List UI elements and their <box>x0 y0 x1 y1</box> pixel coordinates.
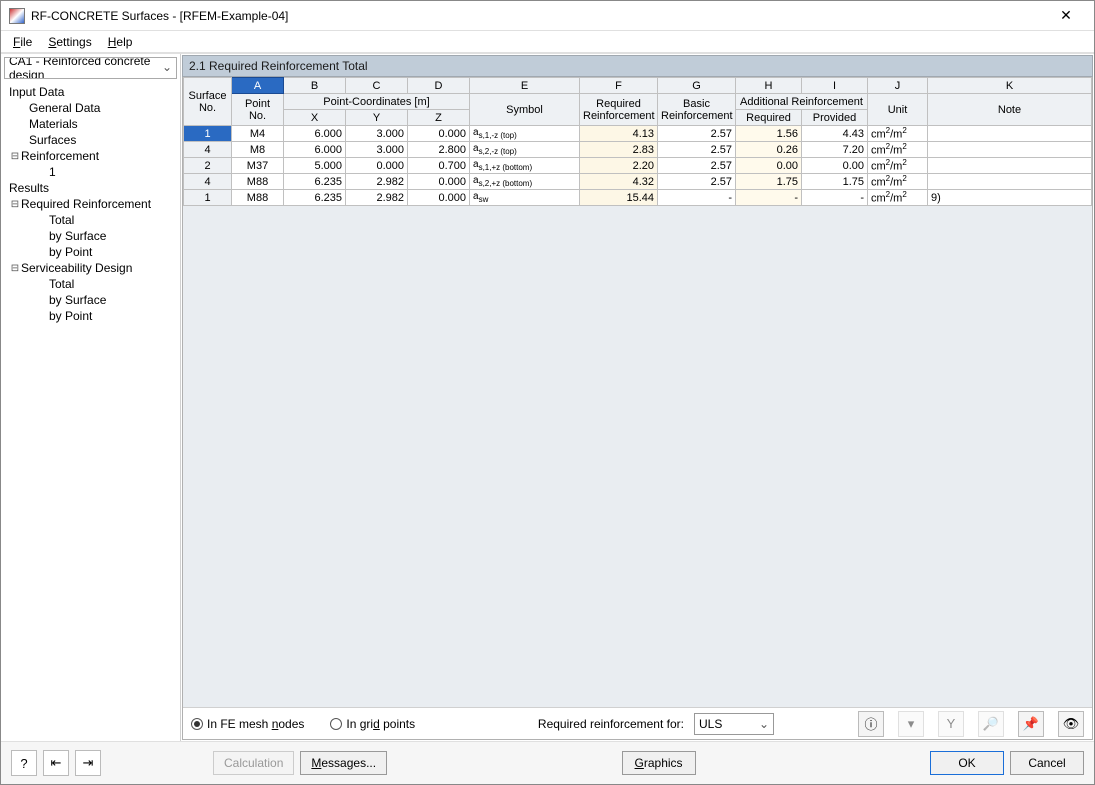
tree-input-data[interactable]: Input Data <box>1 84 180 100</box>
col-letter-F[interactable]: F <box>580 78 658 94</box>
col-x[interactable]: X <box>284 110 346 126</box>
col-letter-H[interactable]: H <box>736 78 802 94</box>
tree-rr-by-point[interactable]: by Point <box>1 244 180 260</box>
app-icon <box>9 8 25 24</box>
filter-icon: ▾ <box>898 711 924 737</box>
col-letter-D[interactable]: D <box>408 78 470 94</box>
tree-sd-total[interactable]: Total <box>1 276 180 292</box>
col-letter-A[interactable]: A <box>232 78 284 94</box>
tree-sd-by-point[interactable]: by Point <box>1 308 180 324</box>
results-table[interactable]: SurfaceNo. A B C D E F G H I J K <box>183 77 1092 206</box>
menu-settings[interactable]: Settings <box>42 33 97 51</box>
menu-help[interactable]: Help <box>102 33 139 51</box>
case-combo[interactable]: CA1 - Reinforced concrete design <box>4 57 177 79</box>
col-letter-K[interactable]: K <box>928 78 1092 94</box>
table-row[interactable]: 1M886.2352.9820.000asw15.44---cm2/m29) <box>184 190 1092 206</box>
col-letter-I[interactable]: I <box>802 78 868 94</box>
info-icon[interactable]: ⓘ <box>858 711 884 737</box>
col-basic[interactable]: BasicReinforcement <box>658 94 736 126</box>
col-additional[interactable]: Additional Reinforcement <box>736 94 868 110</box>
tree-reinforcement-1[interactable]: 1 <box>1 164 180 180</box>
col-surface-no[interactable]: SurfaceNo. <box>184 78 232 126</box>
menu-file[interactable]: File <box>7 33 38 51</box>
tree-reinforcement[interactable]: ⊟Reinforcement <box>1 148 180 164</box>
col-note[interactable]: Note <box>928 94 1092 126</box>
tree-sd-by-surface[interactable]: by Surface <box>1 292 180 308</box>
tree-materials[interactable]: Materials <box>1 116 180 132</box>
help-icon[interactable]: ? <box>11 750 37 776</box>
col-add-req[interactable]: Required <box>736 110 802 126</box>
calculation-button: Calculation <box>213 751 294 775</box>
next-icon[interactable]: ⇥ <box>75 750 101 776</box>
panel-title: 2.1 Required Reinforcement Total <box>182 55 1093 77</box>
table-row[interactable]: 2M375.0000.0000.700as,1,+z (bottom)2.202… <box>184 158 1092 174</box>
window-title: RF-CONCRETE Surfaces - [RFEM-Example-04] <box>31 9 1046 23</box>
col-y[interactable]: Y <box>346 110 408 126</box>
col-unit[interactable]: Unit <box>868 94 928 126</box>
nav-tree: Input Data General Data Materials Surfac… <box>1 82 180 741</box>
select-limit-state[interactable]: ULS <box>694 713 774 735</box>
tree-rr-total[interactable]: Total <box>1 212 180 228</box>
grid-empty-area <box>183 206 1092 707</box>
eye-icon[interactable]: 👁 <box>1058 711 1084 737</box>
radio-grid-points[interactable]: In grid points <box>330 717 415 731</box>
tree-required-reinf[interactable]: ⊟Required Reinforcement <box>1 196 180 212</box>
col-add-prov[interactable]: Provided <box>802 110 868 126</box>
table-row[interactable]: 1M46.0003.0000.000as,1,-z (top)4.132.571… <box>184 126 1092 142</box>
label-required-for: Required reinforcement for: <box>538 717 684 731</box>
col-letter-G[interactable]: G <box>658 78 736 94</box>
tree-results[interactable]: Results <box>1 180 180 196</box>
tree-surfaces[interactable]: Surfaces <box>1 132 180 148</box>
graphics-button[interactable]: Graphics <box>622 751 696 775</box>
table-row[interactable]: 4M86.0003.0002.800as,2,-z (top)2.832.570… <box>184 142 1092 158</box>
menubar: File Settings Help <box>1 31 1094 53</box>
col-letter-E[interactable]: E <box>470 78 580 94</box>
col-letter-C[interactable]: C <box>346 78 408 94</box>
ok-button[interactable]: OK <box>930 751 1004 775</box>
tree-serviceability[interactable]: ⊟Serviceability Design <box>1 260 180 276</box>
col-z[interactable]: Z <box>408 110 470 126</box>
prev-icon[interactable]: ⇤ <box>43 750 69 776</box>
messages-button[interactable]: Messages... <box>300 751 387 775</box>
col-symbol[interactable]: Symbol <box>470 94 580 126</box>
find-icon: 🔎 <box>978 711 1004 737</box>
sort-icon: Y <box>938 711 964 737</box>
case-combo-label: CA1 - Reinforced concrete design <box>9 57 172 79</box>
col-required[interactable]: RequiredReinforcement <box>580 94 658 126</box>
select-limit-state-value: ULS <box>699 717 722 731</box>
col-coords[interactable]: Point-Coordinates [m] <box>284 94 470 110</box>
tree-general-data[interactable]: General Data <box>1 100 180 116</box>
tree-rr-by-surface[interactable]: by Surface <box>1 228 180 244</box>
close-icon[interactable]: ✕ <box>1046 1 1086 30</box>
pin-icon[interactable]: 📌 <box>1018 711 1044 737</box>
col-letter-J[interactable]: J <box>868 78 928 94</box>
table-row[interactable]: 4M886.2352.9820.000as,2,+z (bottom)4.322… <box>184 174 1092 190</box>
col-letter-B[interactable]: B <box>284 78 346 94</box>
radio-fe-mesh-nodes[interactable]: In FE mesh nodes <box>191 717 304 731</box>
col-point-no[interactable]: PointNo. <box>232 94 284 126</box>
cancel-button[interactable]: Cancel <box>1010 751 1084 775</box>
